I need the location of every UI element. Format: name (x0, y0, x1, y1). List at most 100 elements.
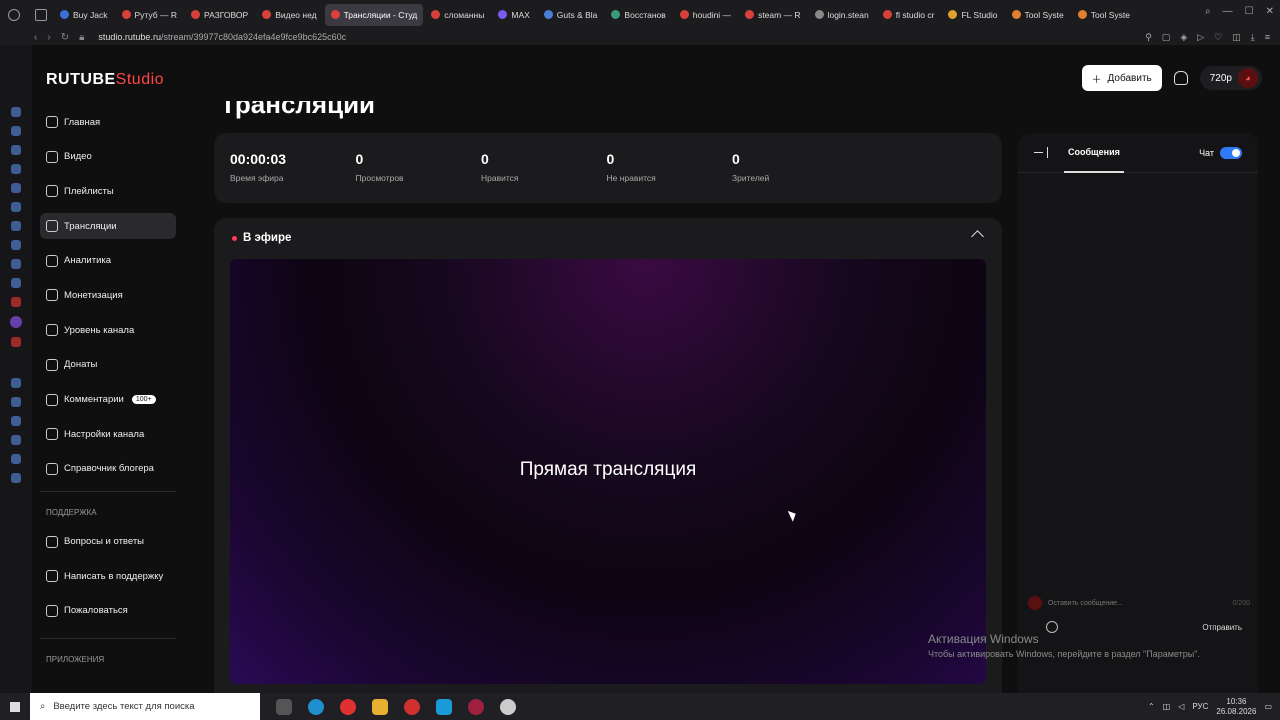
sidebar-item-info[interactable]: Справочник блогера (40, 456, 176, 482)
browser-tab[interactable]: Guts & Bla (538, 4, 604, 26)
browser-tab[interactable]: login.stean (809, 4, 875, 26)
sidebar-app-icon[interactable] (11, 297, 21, 307)
pin-icon[interactable]: ⚲ (1145, 32, 1152, 43)
sidebar-item-help[interactable]: Вопросы и ответы (40, 529, 176, 555)
browser-tab[interactable]: Рутуб — R (116, 4, 183, 26)
sidebar-app-icon[interactable] (11, 278, 21, 288)
yandex-icon[interactable] (340, 698, 356, 715)
sidebar-item-broadcast[interactable]: Трансляции (40, 213, 176, 240)
close-icon[interactable]: ✕ (1266, 6, 1274, 17)
browser-tab[interactable]: MAX (492, 4, 535, 26)
sidebar-item-mail[interactable]: Написать в поддержку (40, 563, 176, 589)
sidebar-app-icon[interactable] (11, 221, 21, 231)
play-icon[interactable]: ▷ (1197, 32, 1204, 43)
notifications-icon[interactable]: ▭ (1264, 702, 1272, 711)
sidebar-app-icon[interactable] (11, 397, 21, 407)
back-icon[interactable]: ‹ (34, 32, 37, 43)
menu-icon[interactable]: ≡ (1265, 32, 1270, 43)
add-button[interactable]: ＋ Добавить (1081, 65, 1162, 91)
obs-icon[interactable] (500, 698, 516, 715)
volume-icon[interactable]: ◁ (1178, 702, 1184, 711)
tab-list-icon[interactable] (34, 8, 47, 21)
sidebar-app-icon[interactable] (11, 337, 21, 347)
collapse-chat-icon[interactable] (1034, 147, 1048, 158)
browser-tab[interactable]: Восстанов (605, 4, 671, 26)
sidebar-item-comments[interactable]: Комментарии 100+ (40, 387, 176, 413)
sidebar-app-icon[interactable] (11, 145, 21, 155)
edge-icon[interactable] (308, 698, 324, 715)
sidebar-item-settings[interactable]: Настройки канала (40, 421, 176, 447)
live-status-header[interactable]: В эфире (214, 218, 1002, 258)
extensions-icon[interactable]: ◫ (1232, 32, 1241, 43)
chat-message-input[interactable]: Оставить сообщение... (1048, 600, 1123, 607)
maximize-icon[interactable]: ☐ (1245, 6, 1254, 17)
browser-tab-label: fl studio cr (895, 9, 935, 20)
browser-tab[interactable]: Buy Jack (54, 4, 114, 26)
avatar[interactable]: ◕ (1238, 68, 1258, 88)
sidebar-app-icon[interactable] (10, 316, 22, 328)
workspace-icon[interactable] (7, 8, 20, 21)
sidebar-item-donate[interactable]: Донаты (40, 352, 176, 378)
sidebar-app-icon[interactable] (11, 435, 21, 445)
chat-toggle-switch[interactable] (1220, 146, 1242, 159)
heart-icon[interactable]: ♡ (1214, 32, 1222, 43)
notifications-bell-icon[interactable] (1173, 71, 1188, 85)
tray-expand-icon[interactable]: ⌃ (1148, 702, 1155, 711)
sidebar-app-icon[interactable] (11, 378, 21, 388)
start-button[interactable] (0, 701, 30, 712)
video-player[interactable]: Прямая трансляция (230, 259, 986, 684)
sidebar-item-video[interactable]: Видео (40, 144, 176, 170)
sidebar-app-icon[interactable] (11, 107, 21, 117)
sidebar-item-flag[interactable]: Пожаловаться (40, 598, 176, 624)
browser-tab[interactable]: FL Studio (942, 4, 1003, 26)
task-view-icon[interactable] (276, 698, 292, 715)
explorer-icon[interactable] (372, 698, 388, 715)
sidebar-app-icon[interactable] (11, 473, 21, 483)
minimize-icon[interactable]: — (1223, 6, 1233, 17)
browser-tab[interactable]: Трансляции - Студ (324, 3, 424, 26)
browser-tab[interactable]: Tool Syste (1072, 4, 1136, 26)
sidebar-item-playlist[interactable]: Плейлисты (40, 178, 176, 204)
sidebar-app-icon[interactable] (11, 416, 21, 426)
browser-tab[interactable]: fl studio cr (877, 4, 941, 26)
sidebar-app-icon[interactable] (11, 164, 21, 174)
sidebar-app-icon[interactable] (11, 454, 21, 464)
taskbar-search[interactable]: ⌕ Введите здесь текст для поиска (30, 693, 260, 720)
sidebar-app-icon[interactable] (11, 126, 21, 136)
shield-icon[interactable]: ◈ (1180, 32, 1187, 43)
send-button[interactable]: Отправить (1202, 623, 1242, 632)
analytics-icon (46, 254, 58, 267)
profile-menu[interactable]: 720p ◕ (1199, 66, 1262, 90)
browser-tab[interactable]: Tool Syste (1006, 4, 1070, 26)
browser-tab[interactable]: сломанны (425, 4, 490, 26)
lock-icon: 🔒︎ (79, 31, 85, 43)
network-icon[interactable]: ◫ (1163, 702, 1171, 711)
sidebar-app-icon[interactable] (11, 240, 21, 250)
browser-tab[interactable]: houdini — (674, 4, 737, 26)
search-icon[interactable]: ⌕ (1205, 6, 1211, 17)
sidebar-item-level[interactable]: Уровень канала (40, 317, 176, 343)
yandex-browser-icon[interactable] (404, 698, 420, 715)
browser-tab[interactable]: steam — R (739, 4, 807, 26)
opera-icon[interactable] (468, 698, 484, 715)
forward-icon[interactable]: › (47, 32, 50, 43)
sidebar-item-money[interactable]: Монетизация (40, 282, 176, 308)
sidebar-item-analytics[interactable]: Аналитика (40, 248, 176, 274)
browser-tab[interactable]: Видео нед (256, 4, 322, 26)
browser-tab[interactable]: РАЗГОВОР (185, 4, 254, 26)
reload-icon[interactable]: ↻ (61, 32, 69, 43)
favicon-icon (330, 10, 340, 19)
screenshot-icon[interactable]: ▢ (1162, 32, 1171, 43)
skype-icon[interactable] (436, 698, 452, 715)
tab-messages[interactable]: Сообщения (1064, 133, 1124, 173)
page-title: Трансляции (220, 89, 376, 119)
sidebar-item-home[interactable]: Главная (40, 109, 176, 135)
sidebar-app-icon[interactable] (11, 183, 21, 193)
url-field[interactable]: studio.rutube.ru/stream/39977c80da924efa… (98, 32, 346, 42)
sidebar-app-icon[interactable] (11, 259, 21, 269)
taskbar-clock[interactable]: 10:36 26.08.2026 (1216, 697, 1256, 717)
download-icon[interactable]: ⤓ (1251, 32, 1255, 43)
sidebar-app-icon[interactable] (11, 202, 21, 212)
language-indicator[interactable]: РУС (1192, 702, 1208, 711)
rutube-studio-logo[interactable]: RUTUBEStudio (46, 71, 164, 89)
